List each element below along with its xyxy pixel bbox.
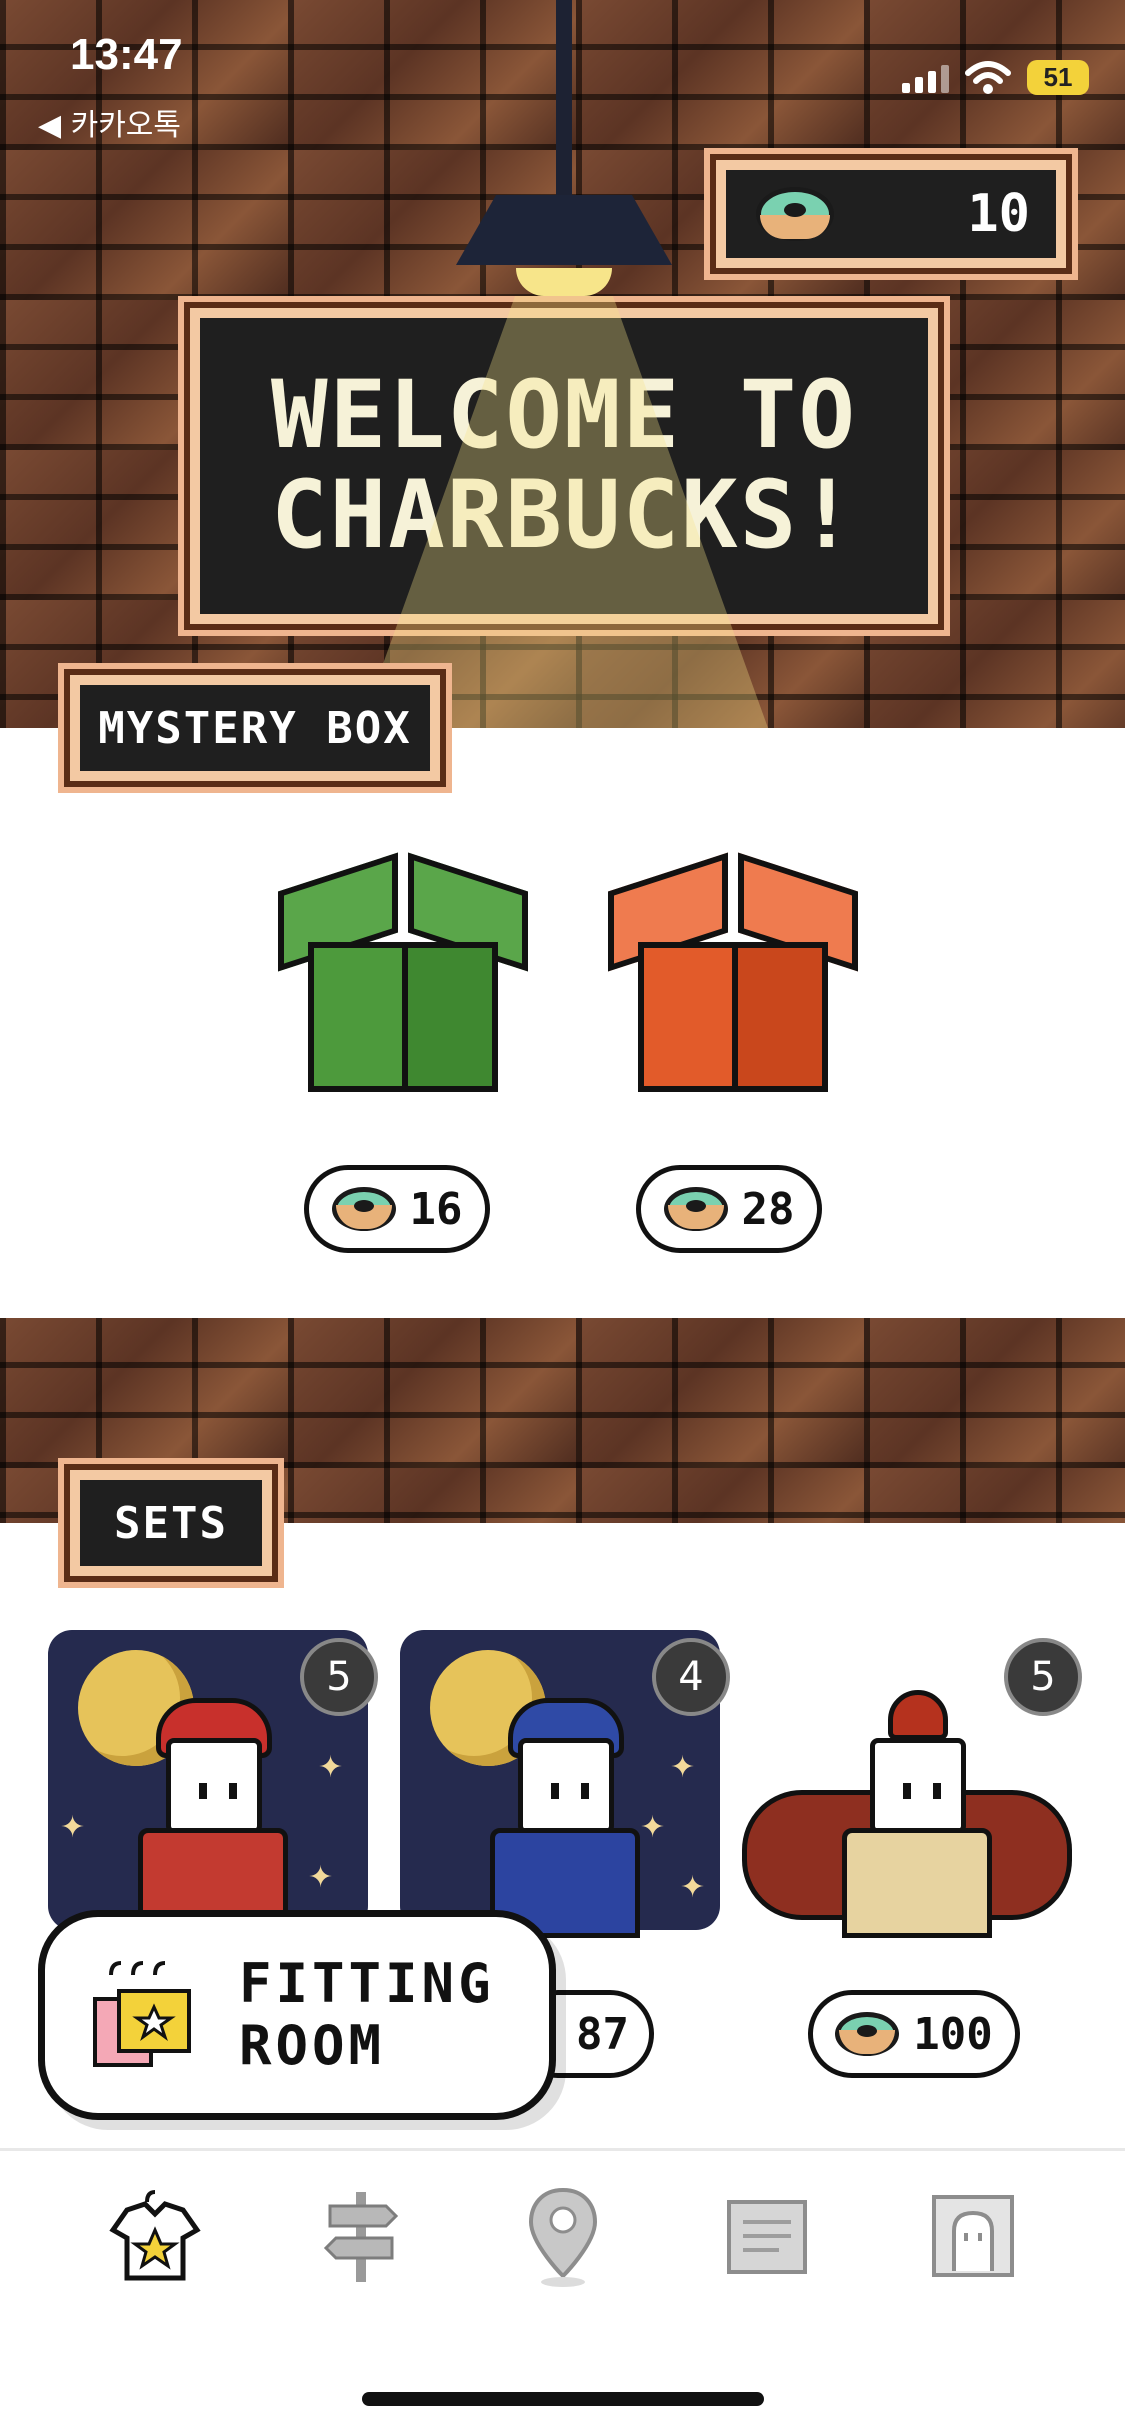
star-icon: ✦ [318, 1750, 344, 1785]
set-item-count-badge: 4 [652, 1638, 730, 1716]
status-time: 13:47 [70, 30, 183, 79]
star-icon: ✦ [60, 1810, 86, 1845]
green-mystery-box[interactable] [278, 852, 528, 1112]
star-icon: ✦ [680, 1870, 706, 1905]
orange-mystery-box[interactable] [608, 852, 858, 1112]
tab-signpost[interactable] [306, 2181, 416, 2291]
back-to-kakaotalk-link[interactable]: ◀ 카카오톡 [38, 100, 181, 144]
set-item-count-badge: 5 [1004, 1638, 1082, 1716]
tab-profile[interactable] [918, 2181, 1028, 2291]
status-icons: 51 [902, 60, 1089, 95]
tab-map[interactable] [508, 2181, 618, 2291]
character-head [518, 1738, 614, 1834]
currency-balance[interactable]: 10 [710, 154, 1072, 274]
star-icon: ✦ [308, 1860, 334, 1895]
fitting-room-label-1: FITTING [239, 1952, 495, 2015]
set-3-price: 100 [913, 2008, 993, 2060]
set-item-count-badge: 5 [300, 1638, 378, 1716]
lamp-bulb [516, 268, 612, 296]
scroll-map-icon [727, 2200, 807, 2274]
set-card-3[interactable]: 5 [742, 1620, 1092, 1950]
character-head [870, 1738, 966, 1834]
donut-icon [663, 1187, 728, 1231]
set-3-price-button[interactable]: 100 [808, 1990, 1020, 2078]
donut-icon [835, 2012, 900, 2056]
persimmon-hat [888, 1690, 948, 1740]
tab-wardrobe[interactable] [100, 2181, 210, 2291]
green-box-price-button[interactable]: 16 [304, 1165, 490, 1253]
wifi-icon [965, 60, 1011, 94]
tab-quests[interactable] [712, 2181, 822, 2291]
tshirt-star-icon [109, 2190, 201, 2281]
home-indicator[interactable] [362, 2392, 764, 2406]
donut-icon [756, 187, 834, 241]
currency-count: 10 [967, 184, 1030, 244]
fitting-room-button[interactable]: FITTING ROOM [38, 1910, 556, 2120]
mystery-box-label: MYSTERY BOX [64, 669, 446, 787]
fitting-room-label-2: ROOM [239, 2014, 386, 2077]
star-icon: ✦ [670, 1750, 696, 1785]
set-card-1[interactable]: ✦ ✦ ✦ 5 [38, 1620, 388, 1950]
battery-indicator: 51 [1027, 60, 1089, 95]
map-pin-icon [528, 2187, 598, 2287]
signpost-icon [323, 2192, 399, 2282]
profile-frame-icon [932, 2195, 1014, 2277]
character-head [166, 1738, 262, 1834]
green-box-price: 16 [409, 1183, 463, 1235]
cellular-signal-icon [902, 63, 949, 93]
sets-label: SETS [64, 1464, 278, 1582]
set-2-price: 87 [576, 2008, 629, 2060]
star-icon: ✦ [640, 1810, 666, 1845]
lamp-cord [556, 0, 572, 200]
donut-icon [331, 1187, 396, 1231]
clothes-hanger-icon [93, 1961, 191, 2067]
lamp-shade-icon [456, 195, 672, 265]
orange-box-price-button[interactable]: 28 [636, 1165, 822, 1253]
set-card-2[interactable]: ✦ ✦ ✦ 4 [390, 1620, 740, 1950]
traditional-outfit [842, 1828, 992, 1938]
orange-box-price: 28 [741, 1183, 795, 1235]
